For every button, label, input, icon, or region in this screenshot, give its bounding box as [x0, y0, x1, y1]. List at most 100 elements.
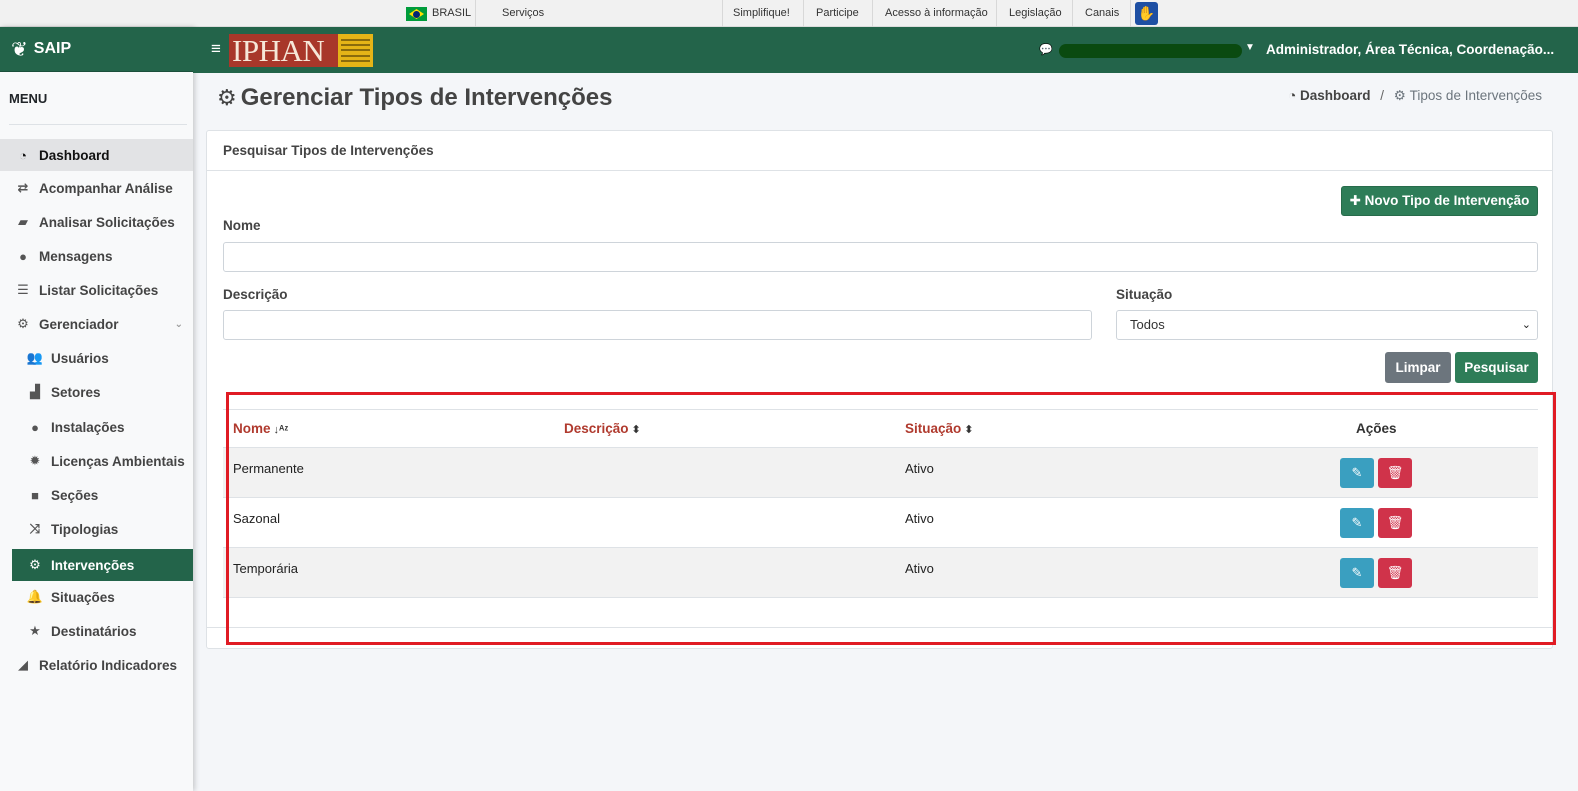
iphan-logo[interactable]: IPHAN: [229, 34, 373, 67]
sidebar-item-mensagens[interactable]: ● Mensagens: [0, 240, 193, 272]
sidebar-item-label: Gerenciador: [39, 316, 119, 332]
divider: [996, 0, 997, 27]
edit-button[interactable]: ✎: [1340, 558, 1374, 588]
breadcrumb-dashboard[interactable]: Dashboard: [1300, 88, 1371, 103]
brand-name: SAIP: [33, 40, 72, 57]
sidebar-item-acompanhar-analise[interactable]: ⇄ Acompanhar Análise: [0, 172, 193, 204]
square-icon: ■: [31, 487, 39, 503]
hamburger-menu-icon[interactable]: ≡: [211, 40, 221, 58]
sort-icon: ⬍: [964, 424, 974, 436]
column-header-nome[interactable]: Nome ↓ᴬᶻ: [233, 410, 288, 448]
sidebar-item-listar-solicitacoes[interactable]: ☰ Listar Solicitações: [0, 274, 193, 306]
dashboard-icon: ◔: [19, 147, 27, 163]
breadcrumb: ◔ Dashboard / ⚙ Tipos de Intervenções: [1288, 88, 1542, 104]
trash-icon: 🗑: [1386, 565, 1404, 580]
trash-icon: 🗑: [1386, 515, 1404, 530]
name-input[interactable]: [223, 242, 1538, 272]
sidebar-item-label: Destinatários: [51, 623, 137, 639]
edit-button[interactable]: ✎: [1340, 508, 1374, 538]
sidebar-item-label: Listar Solicitações: [39, 282, 159, 298]
dashboard-icon: ◔: [1288, 88, 1297, 103]
search-button[interactable]: Pesquisar: [1455, 352, 1538, 383]
gov-link-canais[interactable]: Canais: [1085, 0, 1119, 27]
cogs-icon: ⚙: [17, 316, 29, 331]
circle-icon: ●: [31, 419, 39, 435]
edit-icon: ✎: [1351, 465, 1363, 480]
description-input[interactable]: [223, 310, 1092, 340]
divider: [475, 0, 476, 27]
clear-button[interactable]: Limpar: [1385, 352, 1451, 383]
star-icon: ★: [29, 623, 41, 638]
cell-status: Ativo: [905, 561, 934, 576]
sidebar-item-analisar-solicitacoes[interactable]: ▰ Analisar Solicitações: [0, 206, 193, 238]
cell-name: Temporária: [233, 561, 299, 576]
gov-link-simplifique[interactable]: Simplifique!: [733, 0, 790, 27]
column-header-situacao[interactable]: Situação ⬍: [905, 410, 974, 448]
trash-icon: 🗑: [1386, 465, 1404, 480]
column-header-descricao[interactable]: Descrição ⬍: [564, 410, 641, 448]
leaf-logo-icon: ❦: [11, 38, 28, 61]
card-title: Pesquisar Tipos de Intervenções: [207, 131, 1552, 171]
divider: [803, 0, 804, 27]
new-intervention-type-button[interactable]: ✚ Novo Tipo de Intervenção: [1341, 186, 1538, 216]
redacted-user-field[interactable]: [1059, 44, 1242, 58]
user-profile-label[interactable]: Administrador, Área Técnica, Coordenação…: [1266, 42, 1554, 57]
sidebar-item-situacoes[interactable]: 🔔 Situações: [0, 581, 193, 613]
cog-icon: ⚙: [217, 85, 237, 110]
divider: [9, 124, 187, 125]
delete-button[interactable]: 🗑: [1378, 558, 1412, 588]
sidebar-brand[interactable]: ❦ SAIP: [0, 27, 193, 72]
sidebar-item-tipologias[interactable]: ⤨ Tipologias: [0, 513, 193, 545]
sidebar-item-label: Relatório Indicadores: [39, 657, 178, 673]
sidebar-item-label: Mensagens: [39, 248, 113, 264]
status-label: Situação: [1116, 287, 1173, 302]
sidebar-item-licencas-ambientais[interactable]: ✹ Licenças Ambientais: [0, 445, 193, 477]
sidebar-item-usuarios[interactable]: 👥 Usuários: [0, 342, 193, 374]
cell-status: Ativo: [905, 511, 934, 526]
gov-top-bar: BRASIL Serviços Simplifique! Participe A…: [0, 0, 1578, 27]
sidebar-item-dashboard[interactable]: ◔ Dashboard: [0, 139, 193, 171]
chart-area-icon: ◢: [18, 657, 28, 672]
breadcrumb-current: Tipos de Intervenções: [1409, 88, 1542, 103]
sidebar-item-setores[interactable]: ▟ Setores: [0, 376, 193, 408]
gov-link-legislacao[interactable]: Legislação: [1009, 0, 1062, 27]
gov-link-acesso-informacao[interactable]: Acesso à informação: [885, 0, 988, 27]
sidebar-item-label: Situações: [51, 589, 115, 605]
table-row: Temporária Ativo ✎ 🗑: [223, 548, 1538, 598]
caret-down-icon[interactable]: ▼: [1245, 42, 1255, 53]
sidebar-item-intervencoes[interactable]: ⚙ Intervenções: [12, 549, 193, 581]
sidebar-item-gerenciador[interactable]: ⚙ Gerenciador ⌄: [0, 308, 193, 340]
gov-link-participe[interactable]: Participe: [816, 0, 859, 27]
sort-icon: ⬍: [631, 424, 641, 436]
edit-icon: ✎: [1351, 515, 1363, 530]
gov-services-link[interactable]: Serviços: [502, 0, 544, 27]
status-selected-value: Todos: [1130, 317, 1165, 332]
sidebar-item-destinatarios[interactable]: ★ Destinatários: [0, 615, 193, 647]
chevron-down-icon: ⌄: [1521, 319, 1531, 331]
divider: [872, 0, 873, 27]
cell-name: Sazonal: [233, 511, 280, 526]
sidebar-item-label: Intervenções: [51, 557, 135, 573]
name-label: Nome: [223, 218, 261, 233]
cog-icon: ⚙: [1393, 88, 1406, 103]
vlibras-hands-icon[interactable]: ✋: [1135, 2, 1158, 25]
chevron-down-icon: ⌄: [174, 318, 183, 330]
divider: [207, 627, 1552, 628]
random-icon: ⤨: [29, 521, 41, 536]
sidebar-item-relatorio-indicadores[interactable]: ◢ Relatório Indicadores: [0, 649, 193, 681]
sidebar-item-label: Seções: [51, 487, 99, 503]
gov-brasil-link[interactable]: BRASIL: [432, 0, 471, 27]
certificate-icon: ✹: [29, 453, 41, 468]
results-table: Nome ↓ᴬᶻ Descrição ⬍ Situação ⬍ Ações Perma…: [223, 409, 1538, 598]
description-label: Descrição: [223, 287, 288, 302]
breadcrumb-separator: /: [1380, 88, 1385, 103]
sidebar-item-instalacoes[interactable]: ● Instalações: [0, 411, 193, 443]
delete-button[interactable]: 🗑: [1378, 508, 1412, 538]
comments-icon: ●: [19, 248, 27, 264]
chat-icon[interactable]: 💬: [1039, 43, 1053, 56]
sidebar-item-label: Analisar Solicitações: [39, 214, 175, 230]
delete-button[interactable]: 🗑: [1378, 458, 1412, 488]
sidebar-item-secoes[interactable]: ■ Seções: [0, 479, 193, 511]
status-select[interactable]: Todos ⌄: [1116, 310, 1538, 340]
edit-button[interactable]: ✎: [1340, 458, 1374, 488]
